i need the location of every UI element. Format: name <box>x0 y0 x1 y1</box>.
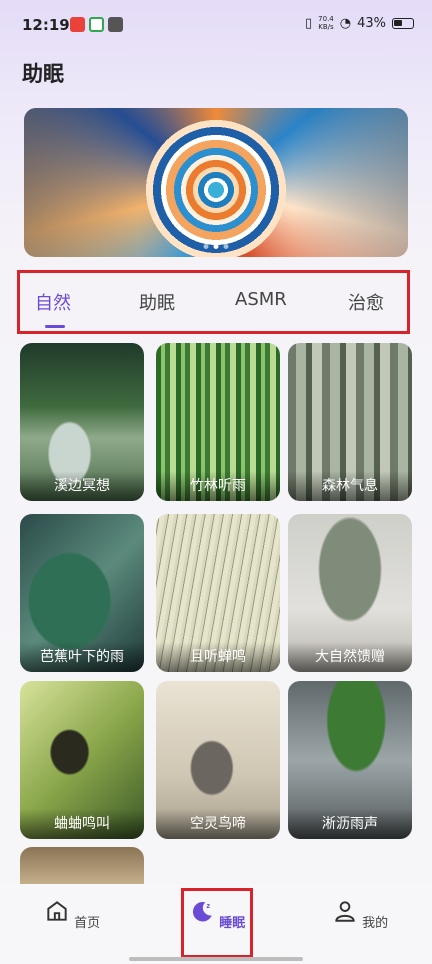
sound-card[interactable]: 空灵鸟啼 <box>156 681 280 839</box>
sound-card-label: 森林气息 <box>288 471 412 501</box>
carousel-indicator <box>203 244 229 249</box>
tab-sleep-aid[interactable]: 助眠 <box>139 289 175 315</box>
sound-card[interactable]: 淅沥雨声 <box>288 681 412 839</box>
sound-card[interactable]: 大自然馈赠 <box>288 514 412 672</box>
nav-me[interactable]: 我的 <box>330 898 390 931</box>
status-time: 12:19 <box>22 16 70 34</box>
nav-home[interactable]: 首页 <box>42 898 102 931</box>
highlight-box <box>181 888 253 958</box>
wifi-icon: ◔ <box>339 15 352 31</box>
category-tabs: 自然 助眠 ASMR 治愈 <box>17 270 410 334</box>
sound-card-label: 蛐蛐鸣叫 <box>20 809 144 839</box>
sound-card-label: 空灵鸟啼 <box>156 809 280 839</box>
sound-card[interactable]: 且听蝉鸣 <box>156 514 280 672</box>
sound-card[interactable]: 竹林听雨 <box>156 343 280 501</box>
sound-card-label: 竹林听雨 <box>156 471 280 501</box>
battery-percent: 43% <box>357 15 386 31</box>
tab-healing[interactable]: 治愈 <box>348 289 384 315</box>
sound-card-label: 芭蕉叶下的雨 <box>20 642 144 672</box>
app-notification-icon <box>108 17 123 32</box>
battery-icon <box>392 17 414 29</box>
app-notification-icon <box>70 17 85 32</box>
user-icon <box>335 901 355 922</box>
sound-card[interactable]: 蛐蛐鸣叫 <box>20 681 144 839</box>
home-icon <box>47 901 67 921</box>
status-bar: 12:19 ▯ 70.4 KB/s ◔ 43% <box>0 0 432 52</box>
vibrate-icon: ▯ <box>305 15 313 31</box>
sound-card[interactable]: 溪边冥想 <box>20 343 144 501</box>
tab-asmr[interactable]: ASMR <box>235 289 287 310</box>
page-title: 助眠 <box>22 62 64 86</box>
sound-card-label: 且听蝉鸣 <box>156 642 280 672</box>
tab-nature[interactable]: 自然 <box>35 289 71 315</box>
sound-card-label: 淅沥雨声 <box>288 809 412 839</box>
system-status: ▯ 70.4 KB/s ◔ 43% <box>305 15 414 31</box>
sound-card-label: 大自然馈赠 <box>288 642 412 672</box>
network-speed: 70.4 KB/s <box>318 15 334 31</box>
sound-card[interactable] <box>20 847 144 887</box>
active-tab-indicator <box>45 325 65 328</box>
home-indicator <box>129 957 303 961</box>
notification-icons <box>70 17 123 32</box>
sound-card[interactable]: 芭蕉叶下的雨 <box>20 514 144 672</box>
app-notification-icon <box>89 17 104 32</box>
nav-home-label: 首页 <box>74 916 101 931</box>
sound-card-label: 溪边冥想 <box>20 471 144 501</box>
nav-me-label: 我的 <box>362 916 389 931</box>
sound-card[interactable]: 森林气息 <box>288 343 412 501</box>
banner-carousel[interactable] <box>24 108 408 257</box>
